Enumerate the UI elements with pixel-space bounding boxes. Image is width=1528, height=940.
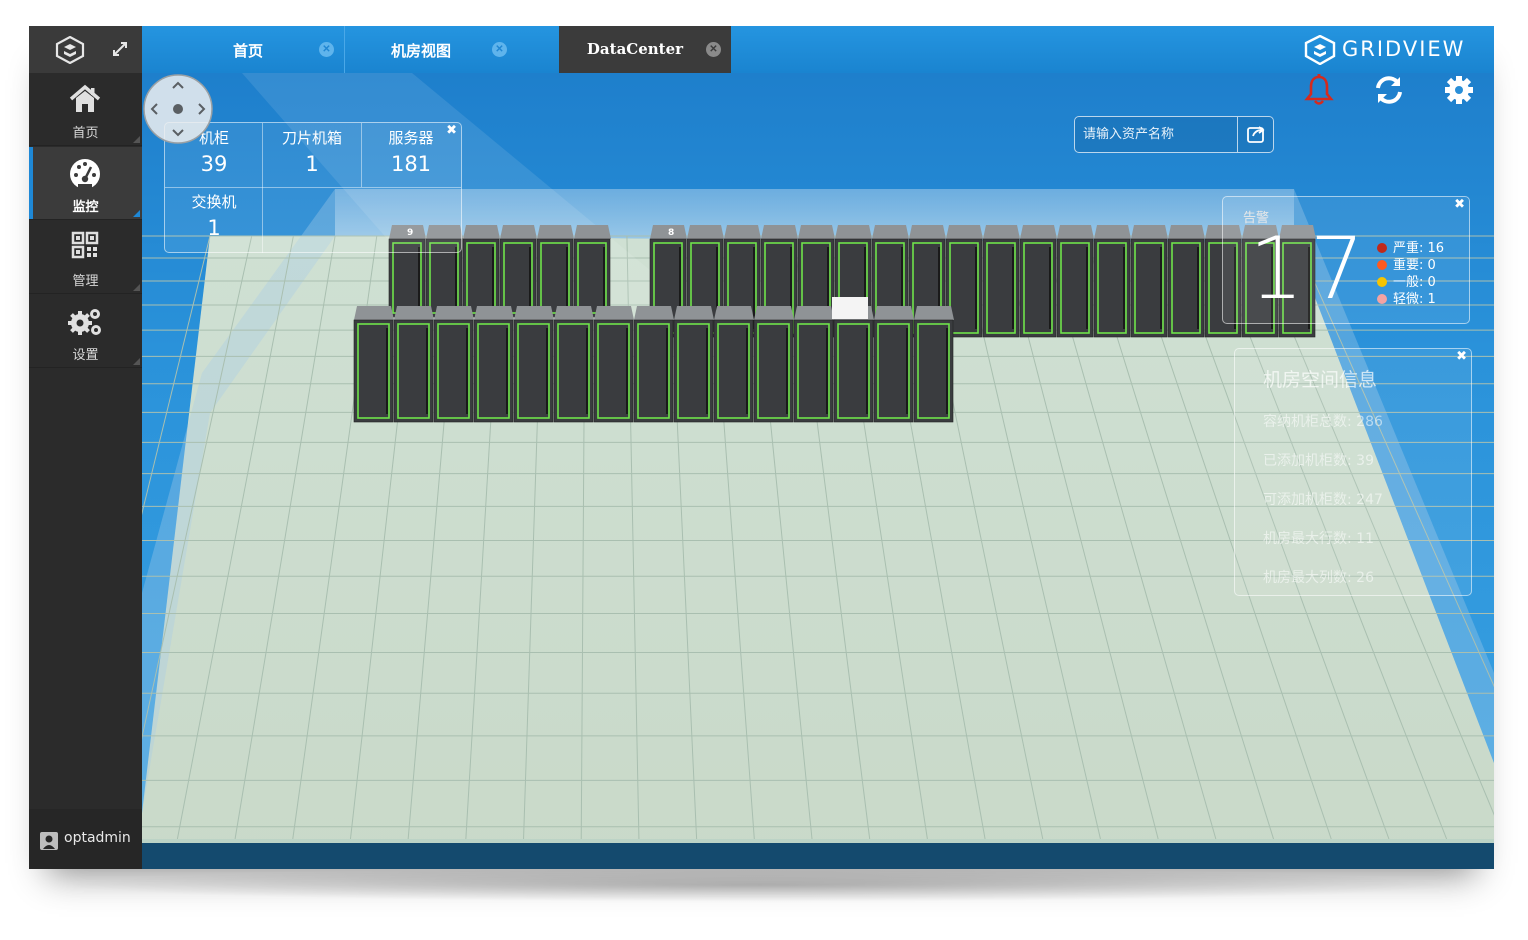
minor-dot-icon: [1377, 277, 1387, 287]
camera-navigation-pad[interactable]: [142, 73, 214, 145]
scene-bottom-bar: [142, 843, 1494, 869]
asset-search-input[interactable]: [1075, 117, 1247, 152]
close-icon[interactable]: ✖: [1456, 349, 1467, 364]
tab-room-view[interactable]: 机房视图 ✕: [345, 26, 517, 73]
room-space-info-panel: ✖ 机房空间信息 容纳机柜总数: 286 已添加机柜数: 39 可添加机柜数: …: [1234, 348, 1472, 596]
asset-search-box: [1074, 116, 1274, 153]
stat-value: 1: [305, 152, 319, 176]
frame-shadow: [60, 868, 1460, 902]
tab-close-icon[interactable]: ✕: [706, 42, 721, 57]
sidebar-item-manage[interactable]: 管理: [29, 221, 142, 294]
stat-value: 181: [390, 152, 432, 176]
sidebar-item-label: 首页: [72, 126, 99, 141]
settings-gear-icon[interactable]: [1442, 73, 1476, 107]
alarm-level-warning[interactable]: 轻微: 1: [1377, 288, 1436, 307]
warning-dot-icon: [1377, 294, 1387, 304]
logo-icon: [55, 36, 85, 64]
search-submit-button[interactable]: [1237, 117, 1273, 152]
room-info-title: 机房空间信息: [1263, 369, 1378, 391]
scene-bottom-edge: [142, 839, 1494, 843]
fullscreen-expand-icon[interactable]: [111, 40, 129, 58]
stat-label: 服务器: [388, 129, 434, 147]
alarm-total-count: 17: [1249, 219, 1371, 319]
share-arrow-icon: [1247, 126, 1265, 143]
stat-label: 刀片机箱: [281, 129, 342, 147]
rack-row-label: 8: [668, 228, 674, 238]
tab-label: 首页: [232, 42, 263, 60]
sidebar-item-label: 设置: [72, 348, 99, 363]
tab-close-icon[interactable]: ✕: [492, 42, 507, 57]
user-icon: [40, 832, 58, 850]
stat-value: 39: [200, 152, 228, 176]
refresh-icon[interactable]: [1372, 73, 1406, 107]
selected-rack-top: [832, 297, 868, 319]
top-tab-bar: 首页 ✕ 机房视图 ✕ DataCenter ✕ GRIDVIEW: [142, 26, 1494, 73]
user-bar[interactable]: optadmin: [29, 809, 142, 869]
tab-datacenter[interactable]: DataCenter ✕: [559, 26, 731, 73]
sidebar-item-label: 监控: [72, 200, 99, 215]
critical-dot-icon: [1377, 243, 1387, 253]
home-icon: [69, 84, 101, 112]
close-icon[interactable]: ✖: [1454, 197, 1465, 212]
gears-icon: [68, 309, 101, 335]
username-label: optadmin: [64, 830, 131, 846]
room-info-line: 机房最大列数: 26: [1263, 570, 1374, 586]
stat-switch: 交换机 1: [166, 191, 262, 240]
stat-server: 服务器 181: [363, 127, 459, 176]
sidebar-item-home[interactable]: 首页: [29, 73, 142, 146]
stat-value: 1: [207, 216, 221, 240]
major-dot-icon: [1377, 260, 1387, 270]
room-info-line: 容纳机柜总数: 286: [1263, 414, 1383, 430]
room-info-line: 机房最大行数: 11: [1263, 531, 1374, 547]
room-info-line: 已添加机柜数: 39: [1263, 453, 1374, 469]
brand-name: GRIDVIEW: [1342, 37, 1466, 61]
dashboard-gauge-icon: [70, 159, 100, 189]
room-info-line: 可添加机柜数: 247: [1263, 492, 1383, 508]
tab-home[interactable]: 首页 ✕: [172, 26, 344, 73]
tab-close-icon[interactable]: ✕: [319, 42, 334, 57]
brand-shield-icon: [1304, 35, 1336, 65]
sidebar-item-monitor[interactable]: 监控: [29, 147, 142, 220]
sidebar-item-settings[interactable]: 设置: [29, 295, 142, 368]
app-window: 首页 监控 管理 设置 optadmin 首页 ✕ 机房视图 ✕ DataCen…: [29, 26, 1494, 869]
qr-grid-icon: [71, 231, 99, 259]
alarm-bell-icon[interactable]: [1302, 73, 1336, 107]
sidebar-item-label: 管理: [72, 274, 99, 289]
brand-logo: GRIDVIEW: [1304, 35, 1474, 65]
rack-row: [353, 306, 954, 423]
tab-label: 机房视图: [390, 42, 451, 60]
tab-label: DataCenter: [586, 40, 684, 58]
stat-label: 交换机: [191, 193, 237, 211]
sidebar-header: [29, 26, 142, 73]
sidebar: 首页 监控 管理 设置 optadmin: [29, 26, 142, 869]
stat-blade-chassis: 刀片机箱 1: [264, 127, 360, 176]
alarm-summary-panel: ✖ 告警 17 严重: 16 重要: 0 一般: 0 轻微: 1: [1222, 196, 1470, 324]
datacenter-3d-view[interactable]: 98 ✖ 机柜 39 刀片机箱 1 服务器 181 交换机 1 请输入资产名称 …: [142, 73, 1494, 869]
